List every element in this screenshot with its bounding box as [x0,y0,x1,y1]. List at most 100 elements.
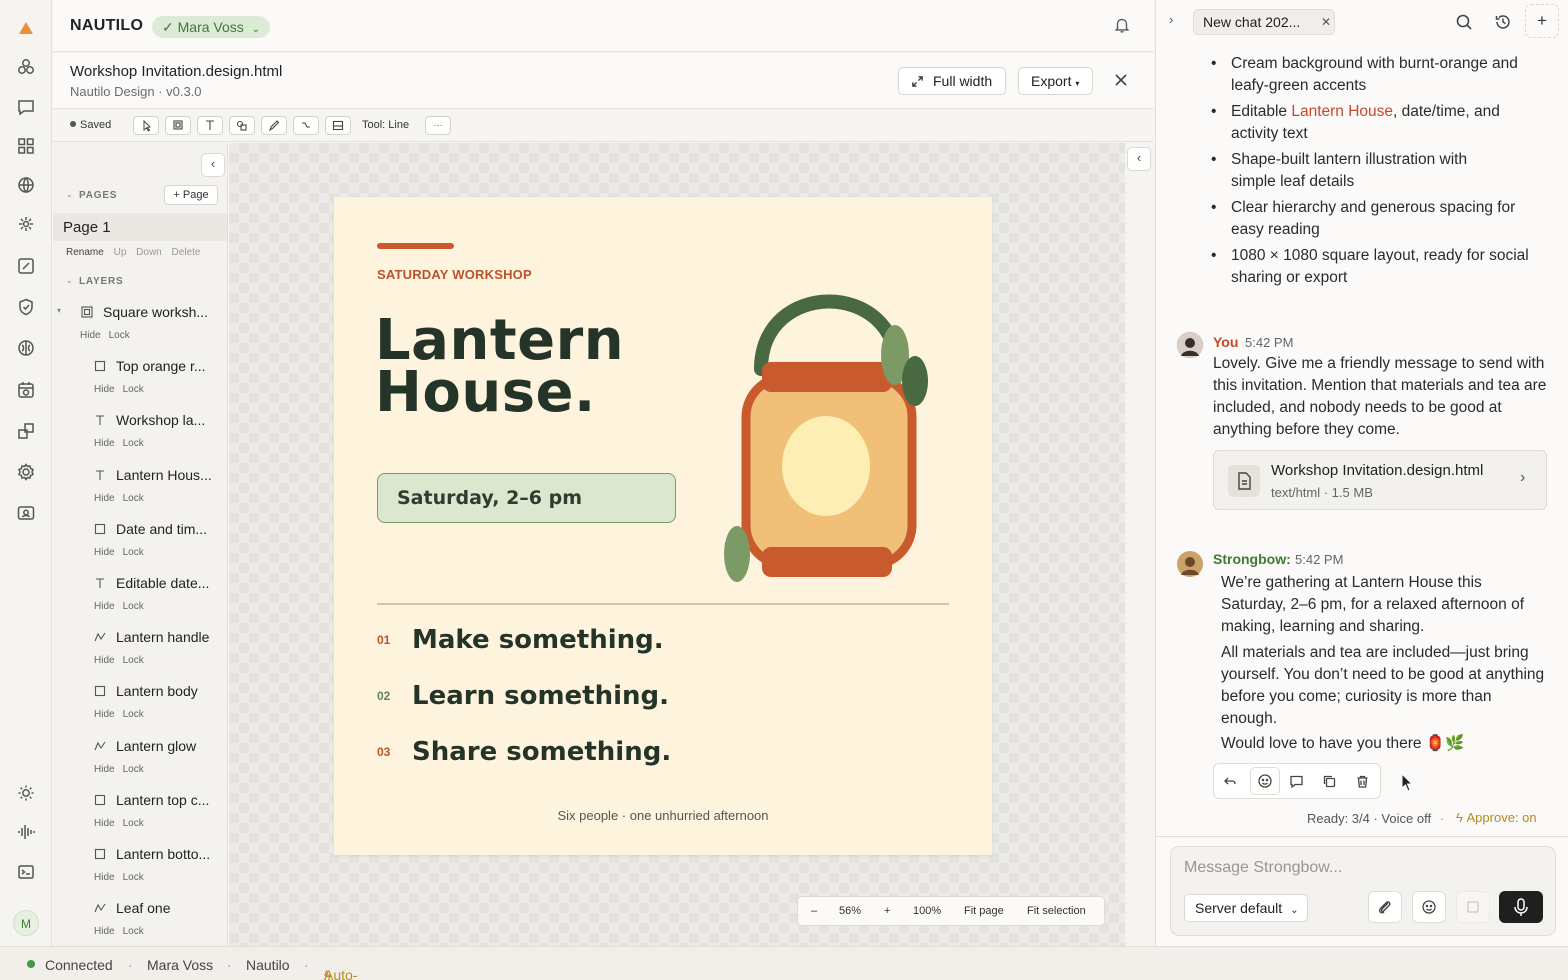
fit-page-button[interactable]: Fit page [964,905,1004,917]
hide-layer-button[interactable]: Hide [94,547,115,558]
id-card-icon[interactable] [16,503,36,523]
fit-selection-button[interactable]: Fit selection [1027,905,1086,917]
move-page-down-button[interactable]: Down [136,247,162,258]
item-number-01[interactable]: 01 [377,633,390,647]
layer-row[interactable]: ▾ Square worksh... Hide Lock [53,298,227,352]
layer-row[interactable]: Workshop la... Hide Lock [53,406,227,460]
notifications-bell-icon[interactable] [1113,16,1131,34]
edit-square-icon[interactable] [16,256,36,276]
delete-trash-icon[interactable] [1355,774,1370,789]
frame-tool-button[interactable] [165,116,191,135]
message-input[interactable]: Message Strongbow... [1184,859,1342,877]
chat-icon[interactable] [16,97,36,117]
search-icon[interactable] [1455,13,1473,31]
artboard-footer[interactable]: Six people · one unhurried afternoon [334,808,992,823]
collapse-panel-button[interactable]: ‹ [201,153,225,177]
agents-icon[interactable] [16,57,36,77]
terminal-icon[interactable] [16,862,36,882]
more-tools-button[interactable]: ··· [425,116,451,135]
layer-row[interactable]: Lantern top c... Hide Lock [53,786,227,840]
hide-layer-button[interactable]: Hide [94,818,115,829]
account-avatar[interactable]: M [13,910,39,936]
chat-tab[interactable]: New chat 202... ✕ [1193,9,1335,35]
divider-line[interactable] [377,603,949,605]
hide-layer-button[interactable]: Hide [94,709,115,720]
hide-layer-button[interactable]: Hide [94,384,115,395]
select-tool-button[interactable] [133,116,159,135]
close-tab-icon[interactable]: ✕ [1321,10,1331,34]
lock-layer-button[interactable]: Lock [123,384,144,395]
emoji-button[interactable] [1412,891,1446,923]
lock-layer-button[interactable]: Lock [123,764,144,775]
delete-page-button[interactable]: Delete [172,247,201,258]
logo-icon[interactable] [16,18,36,38]
lock-layer-button[interactable]: Lock [109,330,130,341]
server-select[interactable]: Server default ⌄ [1184,894,1308,922]
hide-layer-button[interactable]: Hide [94,438,115,449]
history-icon[interactable] [1494,13,1512,31]
lock-layer-button[interactable]: Lock [123,438,144,449]
line-tool-button[interactable] [293,116,319,135]
zoom-in-button[interactable]: + [884,905,890,917]
lock-layer-button[interactable]: Lock [123,655,144,666]
move-page-up-button[interactable]: Up [114,247,127,258]
lock-layer-button[interactable]: Lock [123,872,144,883]
lantern-illustration[interactable] [719,287,939,587]
apps-grid-icon[interactable] [16,136,36,156]
hide-layer-button[interactable]: Hide [94,764,115,775]
globe-icon[interactable] [16,175,36,195]
image-tool-button[interactable] [325,116,351,135]
approve-toggle[interactable]: ϟ Approve: on [1456,810,1537,825]
hide-layer-button[interactable]: Hide [80,330,101,341]
sparkle-icon[interactable] [16,214,36,234]
lock-layer-button[interactable]: Lock [123,601,144,612]
date-pill[interactable]: Saturday, 2–6 pm [377,473,676,523]
hide-layer-button[interactable]: Hide [94,872,115,883]
layer-row[interactable]: Lantern Hous... Hide Lock [53,461,227,515]
layer-row[interactable]: Leaf one Hide Lock [53,894,227,946]
rename-page-button[interactable]: Rename [66,247,104,258]
settings-gear-icon[interactable] [16,462,36,482]
lantern-house-title[interactable]: Lantern House. [375,313,624,421]
top-orange-rule[interactable] [377,243,454,249]
item-text-share[interactable]: Share something. [412,737,671,767]
layer-row[interactable]: Editable date... Hide Lock [53,569,227,623]
user-workspace-chip[interactable]: ✓ Mara Voss ⌄ [152,16,271,38]
expand-sidebar-chevron-icon[interactable]: › [1169,12,1173,27]
file-attachment-card[interactable]: Workshop Invitation.design.html text/htm… [1213,450,1547,510]
full-width-button[interactable]: Full width [898,67,1006,95]
shapes-tool-button[interactable] [229,116,255,135]
hide-layer-button[interactable]: Hide [94,601,115,612]
collapse-inspector-button[interactable]: ‹ [1127,147,1151,171]
pages-chevron-icon[interactable]: ⌄ [66,190,73,199]
artboard[interactable]: SATURDAY WORKSHOP Lantern House. Saturda… [334,197,992,855]
copy-icon[interactable] [1322,774,1337,789]
close-icon[interactable] [1114,73,1128,87]
add-page-button[interactable]: + Page [164,185,218,205]
reply-icon[interactable] [1223,774,1237,788]
workshop-kicker[interactable]: SATURDAY WORKSHOP [377,267,532,282]
hide-layer-button[interactable]: Hide [94,493,115,504]
plugins-icon[interactable] [16,421,36,441]
stop-button[interactable] [1456,891,1490,923]
hide-layer-button[interactable]: Hide [94,655,115,666]
audio-wave-icon[interactable] [16,822,36,842]
pen-tool-button[interactable] [261,116,287,135]
calendar-clock-icon[interactable] [16,380,36,400]
lock-layer-button[interactable]: Lock [123,818,144,829]
export-button[interactable]: Export ▾ [1018,67,1093,95]
page-row[interactable]: Page 1 [53,213,227,241]
layer-row[interactable]: Lantern glow Hide Lock [53,732,227,786]
layer-row[interactable]: Top orange r... Hide Lock [53,352,227,406]
lock-layer-button[interactable]: Lock [123,547,144,558]
brain-icon[interactable] [16,338,36,358]
layer-row[interactable]: Date and tim... Hide Lock [53,515,227,569]
layer-row[interactable]: Lantern body Hide Lock [53,677,227,731]
shield-icon[interactable] [16,297,36,317]
microphone-button[interactable] [1499,891,1543,923]
layer-row[interactable]: Lantern handle Hide Lock [53,623,227,677]
text-tool-button[interactable] [197,116,223,135]
zoom-out-button[interactable]: – [811,905,817,917]
react-emoji-icon[interactable] [1250,767,1280,795]
layers-chevron-icon[interactable]: ⌄ [66,276,73,285]
